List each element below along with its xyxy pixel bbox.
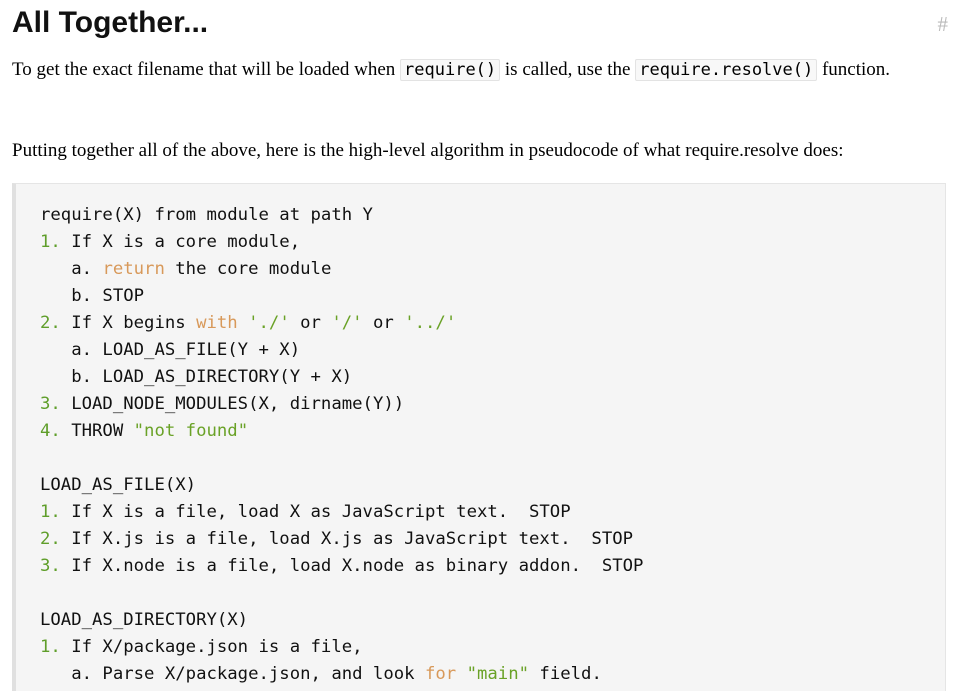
code-line: 3. LOAD_NODE_MODULES(X, dirname(Y)) [40, 391, 643, 418]
code-token-num: 2. [40, 529, 61, 549]
code-line: require(X) from module at path Y [40, 202, 643, 229]
intro-text-after: function. [817, 59, 891, 80]
code-token: THROW [60, 421, 134, 441]
code-line: LOAD_AS_FILE(X) [40, 472, 643, 499]
code-token: If X begins [60, 313, 197, 333]
code-line: a. return the core module [40, 256, 643, 283]
code-token-kw: with [196, 313, 238, 333]
code-token: a. Parse X/package.json, and look [40, 664, 425, 684]
inline-code-require: require() [400, 59, 501, 81]
code-token-kw: for [424, 664, 457, 684]
code-line: 4. THROW "not found" [40, 418, 643, 445]
code-token-num: 1. [40, 232, 61, 252]
code-token: or [289, 313, 332, 333]
code-token-num: 1. [40, 637, 61, 657]
code-line: 2. If X.js is a file, load X.js as JavaS… [40, 526, 643, 553]
intro-text-middle: is called, use the [500, 59, 636, 80]
section-anchor-link[interactable]: # [938, 12, 949, 36]
code-line: a. LOAD_AS_FILE(Y + X) [40, 337, 643, 364]
code-token-str: './' [248, 313, 290, 333]
code-token: or [362, 313, 405, 333]
code-token-num: 4. [40, 421, 61, 441]
code-token-num: 3. [40, 394, 61, 414]
code-token: If X.node is a file, load X.node as bina… [60, 556, 644, 576]
code-token-num: 2. [40, 313, 61, 333]
pseudocode-block: require(X) from module at path Y 1. If X … [12, 183, 946, 691]
inline-code-require-resolve: require.resolve() [635, 59, 818, 81]
code-token-str: '../' [404, 313, 457, 333]
code-token: a. [40, 259, 103, 279]
code-token: If X.js is a file, load X.js as JavaScri… [60, 529, 634, 549]
code-line: b. STOP [40, 283, 643, 310]
pseudocode-text: require(X) from module at path Y 1. If X … [40, 202, 643, 688]
code-line: 1. If X is a file, load X as JavaScript … [40, 499, 643, 526]
code-token: If X is a core module, [60, 232, 301, 252]
code-token: b. LOAD_AS_DIRECTORY(Y + X) [40, 367, 353, 387]
section-heading: All Together... [12, 6, 209, 39]
code-token: LOAD_AS_FILE(X) [40, 475, 197, 495]
intro-text-before: To get the exact filename that will be l… [12, 59, 401, 80]
code-line: 2. If X begins with './' or '/' or '../' [40, 310, 643, 337]
code-line: b. LOAD_AS_DIRECTORY(Y + X) [40, 364, 643, 391]
code-token-kw: return [102, 259, 165, 279]
code-token-num: 1. [40, 502, 61, 522]
code-token: the core module [164, 259, 332, 279]
code-token: field. [529, 664, 602, 684]
code-token: If X is a file, load X as JavaScript tex… [60, 502, 571, 522]
code-line: LOAD_AS_DIRECTORY(X) [40, 607, 643, 634]
code-token-str: '/' [331, 313, 363, 333]
code-line: a. Parse X/package.json, and look for "m… [40, 661, 643, 688]
code-token-str: "not found" [133, 421, 249, 441]
code-line: 1. If X is a core module, [40, 229, 643, 256]
code-token: a. LOAD_AS_FILE(Y + X) [40, 340, 301, 360]
code-token: b. STOP [40, 286, 145, 306]
code-token: require(X) from module at path Y [40, 205, 373, 225]
code-token: LOAD_NODE_MODULES(X, dirname(Y)) [60, 394, 405, 414]
code-token-num: 3. [40, 556, 61, 576]
code-token-str: "main" [466, 664, 530, 684]
summary-paragraph: Putting together all of the above, here … [12, 140, 844, 161]
code-line: 1. If X/package.json is a file, [40, 634, 643, 661]
code-token: LOAD_AS_DIRECTORY(X) [40, 610, 249, 630]
code-token: If X/package.json is a file, [60, 637, 363, 657]
intro-paragraph: To get the exact filename that will be l… [12, 56, 932, 84]
code-line: 3. If X.node is a file, load X.node as b… [40, 553, 643, 580]
